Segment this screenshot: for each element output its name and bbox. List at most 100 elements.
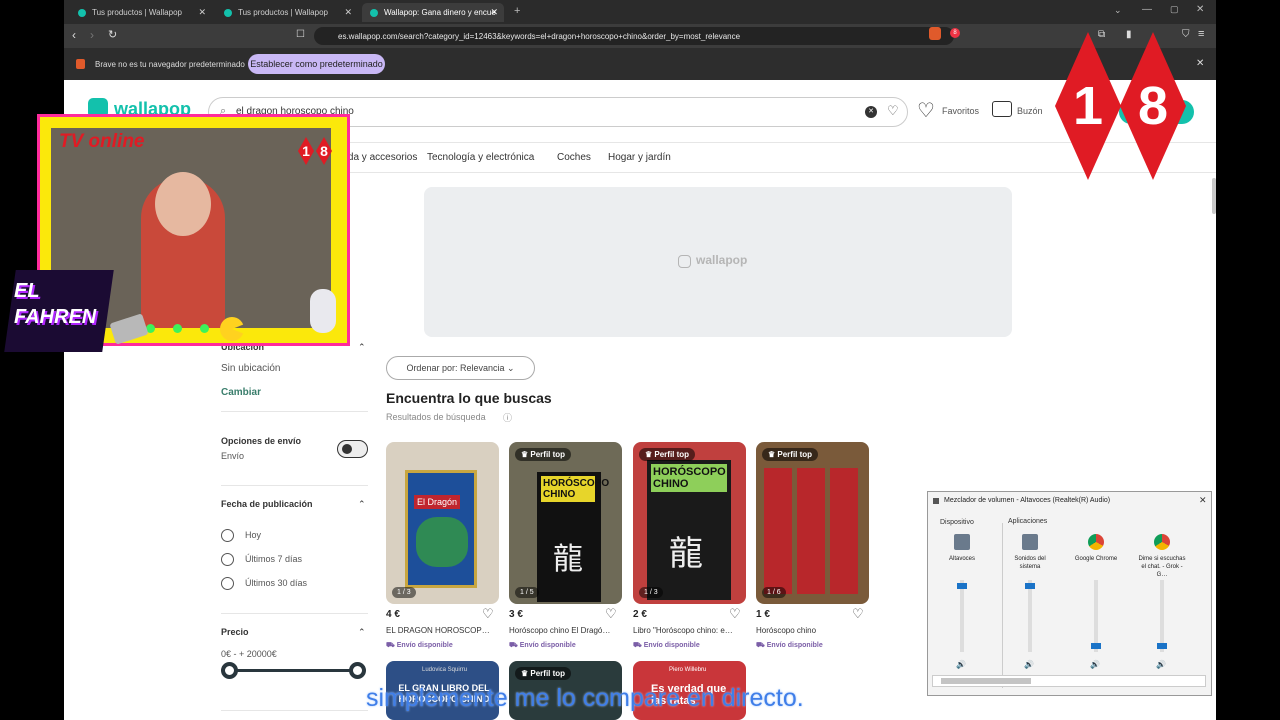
tab-2[interactable]: Tus productos | Wallapop ✕	[216, 3, 358, 22]
product-image[interactable]: El Dragón 1 / 3	[386, 442, 499, 604]
chevron-up-icon[interactable]: ⌃	[358, 342, 366, 353]
perfil-top-badge: ♛ Perfil top	[515, 448, 572, 461]
category-tecnologia[interactable]: Tecnología y electrónica	[427, 152, 534, 163]
envio-value: Envío	[221, 451, 245, 461]
product-price: 2 €	[633, 609, 647, 620]
mixer-title: Mezclador de volumen - Altavoces (Realte…	[944, 497, 1111, 504]
speaker-device-icon	[954, 534, 970, 550]
reload-icon[interactable]: ↻	[108, 28, 117, 41]
sort-button[interactable]: Ordenar por: Relevancia ⌄	[386, 356, 535, 380]
chevron-up-icon[interactable]: ⌃	[358, 499, 366, 510]
astronaut-icon	[310, 289, 336, 333]
product-title[interactable]: EL DRAGON HOROSCOP…	[386, 626, 490, 635]
dragon-kanji: 龍	[669, 535, 703, 573]
volume-slider-thumb[interactable]	[1091, 643, 1101, 649]
sidebar-icon[interactable]: ▮	[1126, 29, 1132, 40]
divider	[221, 485, 368, 486]
close-icon[interactable]: ✕	[490, 7, 498, 18]
close-icon[interactable]: ✕	[344, 7, 352, 18]
extensions-icon[interactable]: ⧉	[1098, 29, 1105, 40]
mixer-hscrollbar[interactable]	[932, 675, 1206, 687]
fahren-text: EL FAHREN	[14, 280, 97, 328]
volume-mixer-window: Mezclador de volumen - Altavoces (Realte…	[927, 491, 1212, 696]
product-price: 1 €	[756, 609, 770, 620]
category-hogar[interactable]: Hogar y jardín	[608, 152, 671, 163]
product-image[interactable]: HORÓSCOPO CHINO 龍 ♛ Perfil top 1 / 5	[509, 442, 622, 604]
product-title[interactable]: Libro "Horóscopo chino: e…	[633, 626, 733, 635]
set-default-button[interactable]: Establecer como predeterminado	[248, 54, 385, 74]
page-scrollbar[interactable]	[1212, 178, 1216, 214]
tab-search-icon[interactable]: ⌄	[1114, 5, 1122, 16]
favoritos-link[interactable]: Favoritos	[942, 106, 979, 116]
save-search-heart-icon[interactable]: ♡	[887, 103, 899, 119]
mixer-close-icon[interactable]: ✕	[1199, 495, 1207, 506]
product-image[interactable]: HORÓSCOPO CHINO 龍 ♛ Perfil top 1 / 3	[633, 442, 746, 604]
tv-online-text: TV online	[59, 131, 145, 152]
divider	[221, 613, 368, 614]
mute-speaker-icon[interactable]: 🔊	[1024, 660, 1034, 669]
radio-hoy[interactable]	[221, 529, 234, 542]
pacman-icon	[220, 317, 244, 341]
volume-slider-thumb[interactable]	[1025, 583, 1035, 589]
tab-1[interactable]: Tus productos | Wallapop ✕	[70, 3, 212, 22]
chrome-icon	[1154, 534, 1170, 550]
fecha-option-hoy: Hoy	[245, 530, 262, 540]
product-price: 3 €	[509, 609, 523, 620]
volume-slider-track[interactable]	[1028, 580, 1032, 652]
vpn-icon[interactable]: ⛉	[1182, 29, 1190, 40]
minimize-icon[interactable]: —	[1142, 4, 1152, 15]
book-author: Piero Willebru	[669, 667, 707, 673]
new-tab-icon[interactable]: +	[514, 5, 520, 17]
forward-icon[interactable]: ›	[90, 28, 94, 42]
radio-30-dias[interactable]	[221, 577, 234, 590]
channel-name: Altavoces	[948, 556, 975, 562]
product-image[interactable]: ♛ Perfil top 1 / 6	[756, 442, 869, 604]
favorite-heart-icon[interactable]: ♡	[852, 606, 864, 622]
favorite-heart-icon[interactable]: ♡	[482, 606, 494, 622]
divider	[221, 411, 368, 412]
maximize-icon[interactable]: ▢	[1170, 4, 1179, 15]
mute-speaker-icon[interactable]: 🔊	[956, 660, 966, 669]
tab-3-label: Wallapop: Gana dinero y encue	[384, 8, 496, 17]
bookmark-icon[interactable]: ☐	[296, 29, 305, 40]
mute-speaker-icon[interactable]: 🔊	[1090, 660, 1100, 669]
radio-7-dias[interactable]	[221, 553, 234, 566]
cambiar-link[interactable]: Cambiar	[221, 387, 261, 398]
volume-slider-track[interactable]	[960, 580, 964, 652]
address-bar[interactable]: es.wallapop.com/search?category_id=12463…	[314, 27, 954, 45]
clear-search-icon[interactable]: ✕	[865, 106, 877, 118]
envio-title: Opciones de envío	[221, 436, 302, 446]
streamer-face	[155, 172, 211, 236]
favoritos-heart-icon[interactable]: ♡	[917, 98, 935, 123]
tab-3-active[interactable]: Wallapop: Gana dinero y encue ✕	[362, 3, 504, 22]
info-icon[interactable]: ⓘ	[503, 411, 512, 424]
brave-rewards-icon[interactable]: 8	[950, 28, 960, 38]
menu-icon[interactable]: ≡	[1198, 28, 1204, 40]
mute-speaker-icon[interactable]: 🔊	[1156, 660, 1166, 669]
volume-slider-thumb[interactable]	[957, 583, 967, 589]
price-slider-min-handle[interactable]	[221, 662, 238, 679]
favorite-heart-icon[interactable]: ♡	[729, 606, 741, 622]
mail-icon[interactable]	[992, 101, 1012, 117]
back-icon[interactable]: ‹	[72, 28, 76, 42]
close-icon[interactable]: ✕	[198, 7, 206, 18]
infobar-close-icon[interactable]: ✕	[1196, 58, 1204, 69]
category-coches[interactable]: Coches	[557, 152, 591, 163]
mixer-separator	[1002, 523, 1003, 688]
scroll-thumb[interactable]	[941, 678, 1031, 684]
buzon-link[interactable]: Buzón	[1017, 106, 1043, 116]
product-title[interactable]: Horóscopo chino El Dragó…	[509, 626, 610, 635]
brave-shields-icon[interactable]	[929, 27, 941, 40]
window-close-icon[interactable]: ✕	[1196, 4, 1204, 15]
price-slider-max-handle[interactable]	[349, 662, 366, 679]
chevron-up-icon[interactable]: ⌃	[358, 627, 366, 638]
favorite-heart-icon[interactable]: ♡	[605, 606, 617, 622]
precio-title: Precio	[221, 627, 249, 637]
booklets-stack	[764, 468, 861, 594]
volume-slider-track[interactable]	[1094, 580, 1098, 652]
volume-slider-thumb[interactable]	[1157, 643, 1167, 649]
tab-2-label: Tus productos | Wallapop	[238, 8, 328, 17]
envio-toggle[interactable]	[337, 440, 368, 458]
product-title[interactable]: Horóscopo chino	[756, 626, 816, 635]
volume-slider-track[interactable]	[1160, 580, 1164, 652]
